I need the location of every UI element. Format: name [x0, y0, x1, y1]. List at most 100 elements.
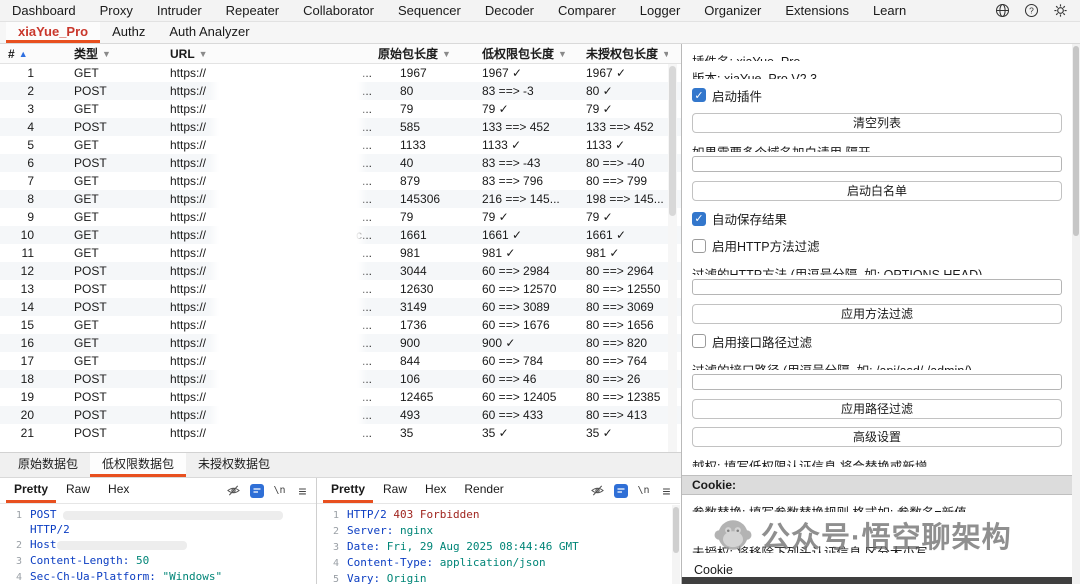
- row-orig-length: 12630: [378, 282, 478, 296]
- menu-item[interactable]: Decoder: [485, 3, 534, 18]
- bottom-dark-bar: [682, 577, 1080, 584]
- row-lowpriv-length: 60 ==> 784: [478, 354, 582, 368]
- clear-list-button[interactable]: 清空列表: [692, 113, 1062, 133]
- filter-icon[interactable]: ▼: [102, 49, 111, 59]
- row-method: GET: [44, 336, 140, 350]
- help-icon[interactable]: ?: [1023, 3, 1039, 19]
- menu-item[interactable]: Collaborator: [303, 3, 374, 18]
- packet-tab[interactable]: 低权限数据包: [90, 453, 186, 477]
- row-index: 17: [0, 354, 44, 368]
- apply-path-filter-button[interactable]: 应用路径过滤: [692, 399, 1062, 419]
- row-method: GET: [44, 174, 140, 188]
- editor-line: 2Host: [6, 537, 312, 553]
- whitelist-input[interactable]: [692, 156, 1062, 172]
- editor-menu-icon[interactable]: ≡: [295, 483, 310, 498]
- filter-icon[interactable]: ▼: [662, 49, 668, 59]
- menu-item[interactable]: Logger: [640, 3, 680, 18]
- col-header-type[interactable]: 类型▼: [44, 45, 140, 62]
- plugin-settings-panel: 插件名: xiaYue_Pro 版本: xiaYue_Pro V2.3 ✓ 启动…: [681, 44, 1080, 584]
- editor-view-tab[interactable]: Pretty: [6, 478, 56, 503]
- linebreak-icon[interactable]: \n: [272, 483, 287, 498]
- row-orig-length: 1967: [378, 66, 478, 80]
- editor-view-tab[interactable]: Raw: [58, 478, 98, 503]
- menu-item[interactable]: Comparer: [558, 3, 616, 18]
- row-orig-length: 879: [378, 174, 478, 188]
- filter-icon[interactable]: ▼: [442, 49, 451, 59]
- unauth-cookie-item[interactable]: Cookie: [694, 563, 1062, 577]
- menu-item[interactable]: Extensions: [785, 3, 849, 18]
- packet-tab[interactable]: 原始数据包: [6, 453, 90, 477]
- start-whitelist-button[interactable]: 启动白名单: [692, 181, 1062, 201]
- editor-view-tab[interactable]: Render: [456, 478, 511, 503]
- editor-view-tab[interactable]: Hex: [417, 478, 454, 503]
- col-header-lowpriv-length[interactable]: 低权限包长度▼: [478, 45, 582, 62]
- extension-tab[interactable]: Auth Analyzer: [157, 22, 261, 43]
- col-header-orig-length[interactable]: 原始包长度▼: [378, 45, 478, 62]
- menu-item[interactable]: Proxy: [100, 3, 133, 18]
- request-content[interactable]: 1POST HTTP/22Host3Content-Length: 504Sec…: [0, 504, 316, 584]
- row-orig-length: 79: [378, 102, 478, 116]
- col-header-unauth-length[interactable]: 未授权包长度▼: [582, 45, 668, 62]
- editor-view-tab[interactable]: Raw: [375, 478, 415, 503]
- linebreak-icon[interactable]: \n: [636, 483, 651, 498]
- row-lowpriv-length: 60 ==> 2984: [478, 264, 582, 278]
- editor-menu-icon[interactable]: ≡: [659, 483, 674, 498]
- row-lowpriv-length: 133 ==> 452: [478, 120, 582, 134]
- response-content[interactable]: 1HTTP/2 403 Forbidden2Server: nginx3Date…: [317, 504, 680, 584]
- menu-item[interactable]: Sequencer: [398, 3, 461, 18]
- menu-item[interactable]: Repeater: [226, 3, 279, 18]
- table-scrollbar[interactable]: [668, 64, 677, 452]
- http-method-filter-input[interactable]: [692, 279, 1062, 295]
- menu-item[interactable]: Organizer: [704, 3, 761, 18]
- row-method: POST: [44, 264, 140, 278]
- advanced-settings-button[interactable]: 高级设置: [692, 427, 1062, 447]
- apply-method-filter-button[interactable]: 应用方法过滤: [692, 304, 1062, 324]
- eye-hidden-icon[interactable]: [590, 483, 605, 498]
- settings-gear-icon[interactable]: [1052, 3, 1068, 19]
- checkbox-label: 自动保存结果: [712, 209, 787, 228]
- row-lowpriv-length: 981 ✓: [478, 246, 582, 260]
- http-method-filter-checkbox[interactable]: 启用HTTP方法过滤: [692, 236, 1062, 255]
- pretty-print-icon[interactable]: [249, 483, 264, 498]
- row-lowpriv-length: 1133 ✓: [478, 138, 582, 152]
- row-unauth-length: 80 ==> 764: [582, 354, 668, 368]
- menu-item[interactable]: Dashboard: [12, 3, 76, 18]
- auto-save-checkbox[interactable]: ✓ 自动保存结果: [692, 209, 1062, 228]
- extension-tab[interactable]: xiaYue_Pro: [6, 22, 100, 43]
- row-index: 9: [0, 210, 44, 224]
- row-method: GET: [44, 246, 140, 260]
- menu-item[interactable]: Learn: [873, 3, 906, 18]
- col-header-index[interactable]: #▲: [0, 47, 44, 61]
- eye-hidden-icon[interactable]: [226, 483, 241, 498]
- row-method: POST: [44, 372, 140, 386]
- path-filter-checkbox[interactable]: 启用接口路径过滤: [692, 332, 1062, 351]
- row-unauth-length: 35 ✓: [582, 426, 668, 440]
- editor-view-tab[interactable]: Pretty: [323, 478, 373, 503]
- row-unauth-length: 80 ==> 26: [582, 372, 668, 386]
- row-method: GET: [44, 354, 140, 368]
- extension-tab[interactable]: Authz: [100, 22, 157, 43]
- start-plugin-checkbox[interactable]: ✓ 启动插件: [692, 86, 1062, 105]
- path-filter-input[interactable]: [692, 374, 1062, 390]
- row-unauth-length: 80 ==> 413: [582, 408, 668, 422]
- editor-toolbar-icons: \n ≡: [226, 483, 310, 498]
- col-header-url[interactable]: URL▼: [140, 47, 378, 61]
- row-unauth-length: 80 ==> 3069: [582, 300, 668, 314]
- checkbox-unchecked-icon: [692, 334, 706, 348]
- override-hint: 越权: 填写低权限认证信息,将会替换或新增: [692, 456, 1062, 466]
- pretty-print-icon[interactable]: [613, 483, 628, 498]
- filter-icon[interactable]: ▼: [199, 49, 208, 59]
- row-method: POST: [44, 156, 140, 170]
- row-orig-length: 844: [378, 354, 478, 368]
- panel-scrollbar[interactable]: [1072, 44, 1080, 584]
- checkbox-checked-icon: ✓: [692, 88, 706, 102]
- filter-icon[interactable]: ▼: [558, 49, 567, 59]
- menu-item[interactable]: Intruder: [157, 3, 202, 18]
- response-editor: PrettyRawHexRender \n ≡: [317, 478, 680, 584]
- globe-icon[interactable]: [994, 3, 1010, 19]
- sort-asc-icon: ▲: [19, 49, 28, 59]
- editor-view-tab[interactable]: Hex: [100, 478, 137, 503]
- packet-tab[interactable]: 未授权数据包: [186, 453, 282, 477]
- response-scrollbar[interactable]: [672, 505, 680, 584]
- row-unauth-length: 79 ✓: [582, 102, 668, 116]
